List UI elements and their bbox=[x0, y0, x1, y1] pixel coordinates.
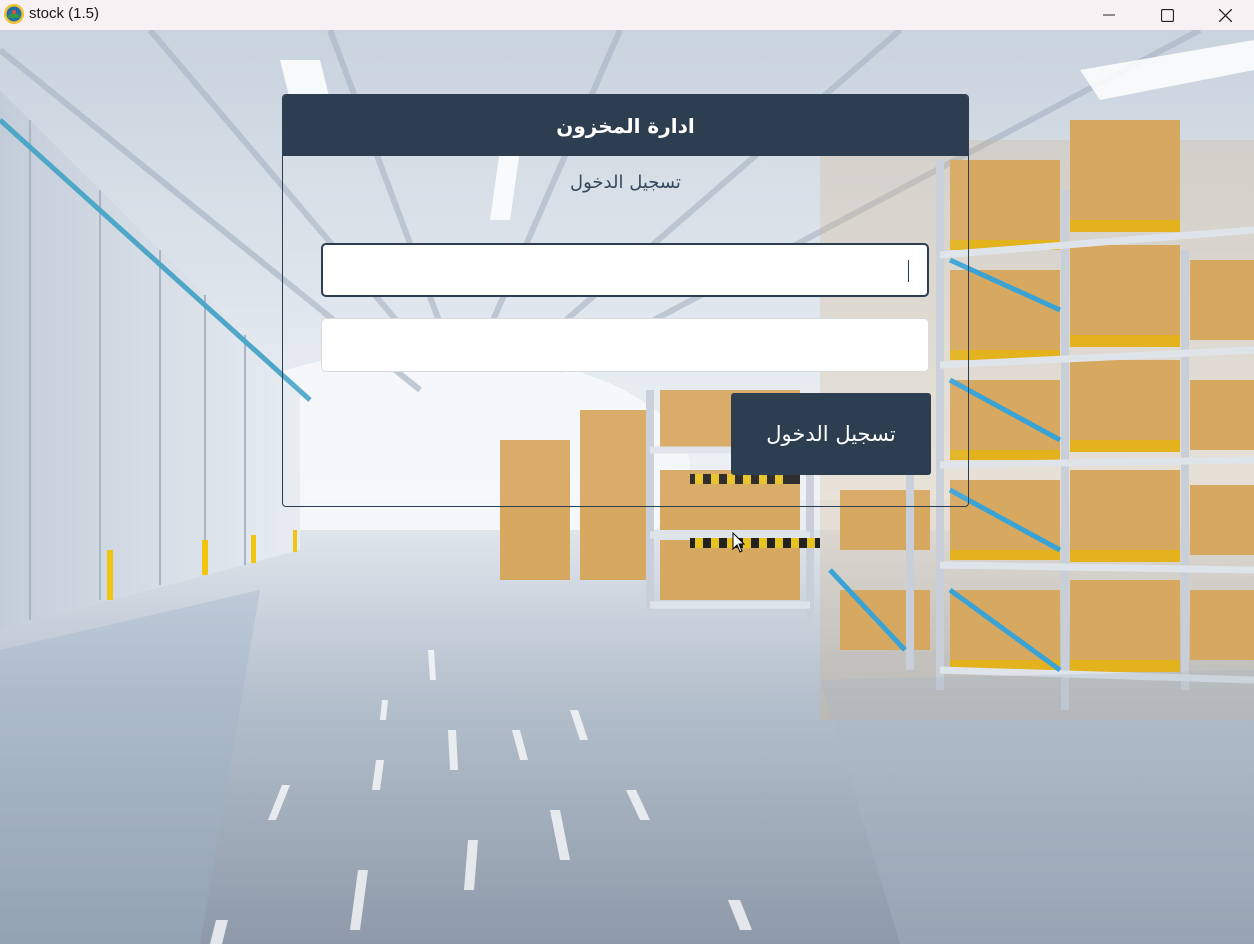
username-field[interactable] bbox=[321, 243, 929, 297]
minimize-button[interactable] bbox=[1080, 0, 1138, 30]
maximize-button[interactable] bbox=[1138, 0, 1196, 30]
app-title: ادارة المخزون bbox=[556, 113, 695, 138]
login-panel: ادارة المخزون تسجيل الدخول تسجيل الدخول bbox=[282, 94, 969, 507]
mouse-pointer-icon bbox=[732, 531, 746, 558]
app-logo-icon bbox=[3, 3, 25, 25]
window-title: stock (1.5) bbox=[29, 5, 100, 22]
text-caret bbox=[908, 260, 909, 282]
login-panel-header: ادارة المخزون bbox=[283, 95, 968, 156]
login-button[interactable]: تسجيل الدخول bbox=[731, 393, 931, 475]
close-button[interactable] bbox=[1196, 0, 1254, 30]
minimize-icon bbox=[1103, 9, 1115, 21]
login-subtitle: تسجيل الدخول bbox=[570, 172, 681, 193]
password-field[interactable] bbox=[321, 318, 929, 372]
maximize-icon bbox=[1160, 8, 1174, 22]
app-window: stock (1.5) ادارة المخزون تسجيل الدخول ت… bbox=[0, 0, 1254, 944]
title-bar[interactable]: stock (1.5) bbox=[0, 0, 1254, 30]
close-icon bbox=[1218, 8, 1232, 22]
